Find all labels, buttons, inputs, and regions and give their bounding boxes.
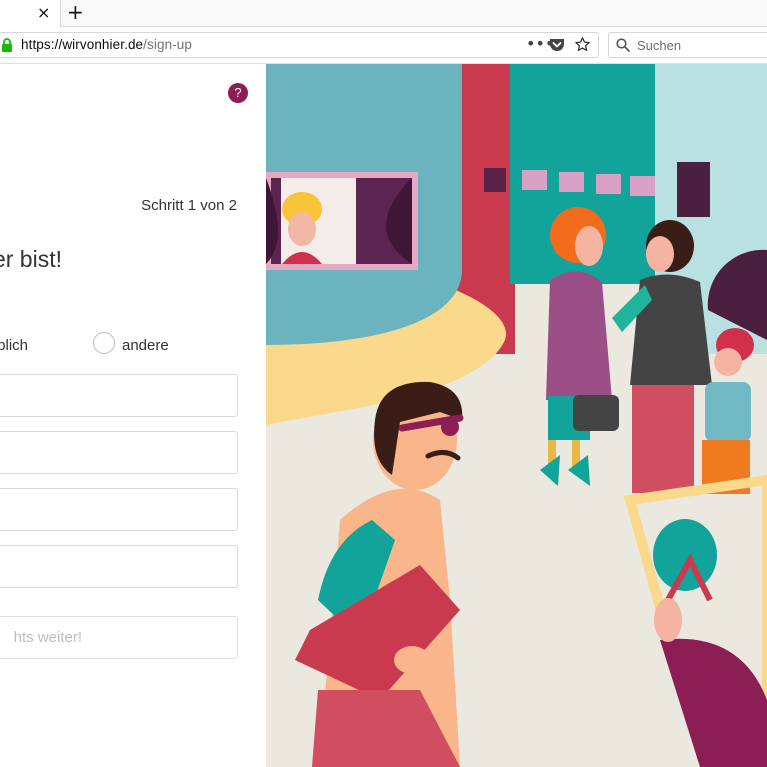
gender-option-label-1[interactable]: blich (0, 337, 28, 354)
url-text[interactable]: https://wirvonhier.de/sign-up (21, 37, 192, 52)
url-bar[interactable]: https://wirvonhier.de/sign-up ••• (0, 32, 599, 58)
text-field-4[interactable] (0, 545, 238, 588)
new-tab-icon[interactable]: + (67, 0, 84, 25)
page-heading: er bist! (0, 246, 62, 272)
text-field-3[interactable] (0, 488, 238, 531)
lock-icon[interactable] (1, 38, 13, 52)
hero-illustration (266, 64, 767, 767)
search-input[interactable]: Suchen (637, 38, 681, 53)
signup-form-panel: ? Schritt 1 von 2 er bist! blich andere … (0, 64, 266, 767)
search-bar[interactable]: Suchen (608, 32, 767, 58)
navigation-toolbar: https://wirvonhier.de/sign-up ••• Suchen (0, 27, 767, 64)
text-field-2[interactable] (0, 431, 238, 474)
street-scene-illustration (266, 64, 767, 767)
continue-button[interactable]: hts weiter! (0, 616, 238, 659)
text-field-1[interactable] (0, 374, 238, 417)
search-icon (616, 38, 630, 52)
continue-button-label: hts weiter! (13, 629, 82, 646)
close-tab-icon[interactable]: × (37, 3, 50, 23)
help-button[interactable]: ? (228, 83, 248, 103)
step-indicator: Schritt 1 von 2 (141, 197, 237, 214)
active-tab[interactable]: × (0, 0, 61, 27)
tab-strip: × + (0, 0, 767, 27)
gender-radio-other[interactable] (93, 332, 115, 354)
gender-option-label-2[interactable]: andere (122, 337, 169, 354)
star-icon[interactable] (574, 36, 591, 53)
url-host: https://wirvonhier.de (21, 37, 144, 52)
url-path: /sign-up (143, 37, 192, 52)
pocket-icon[interactable] (549, 38, 565, 53)
